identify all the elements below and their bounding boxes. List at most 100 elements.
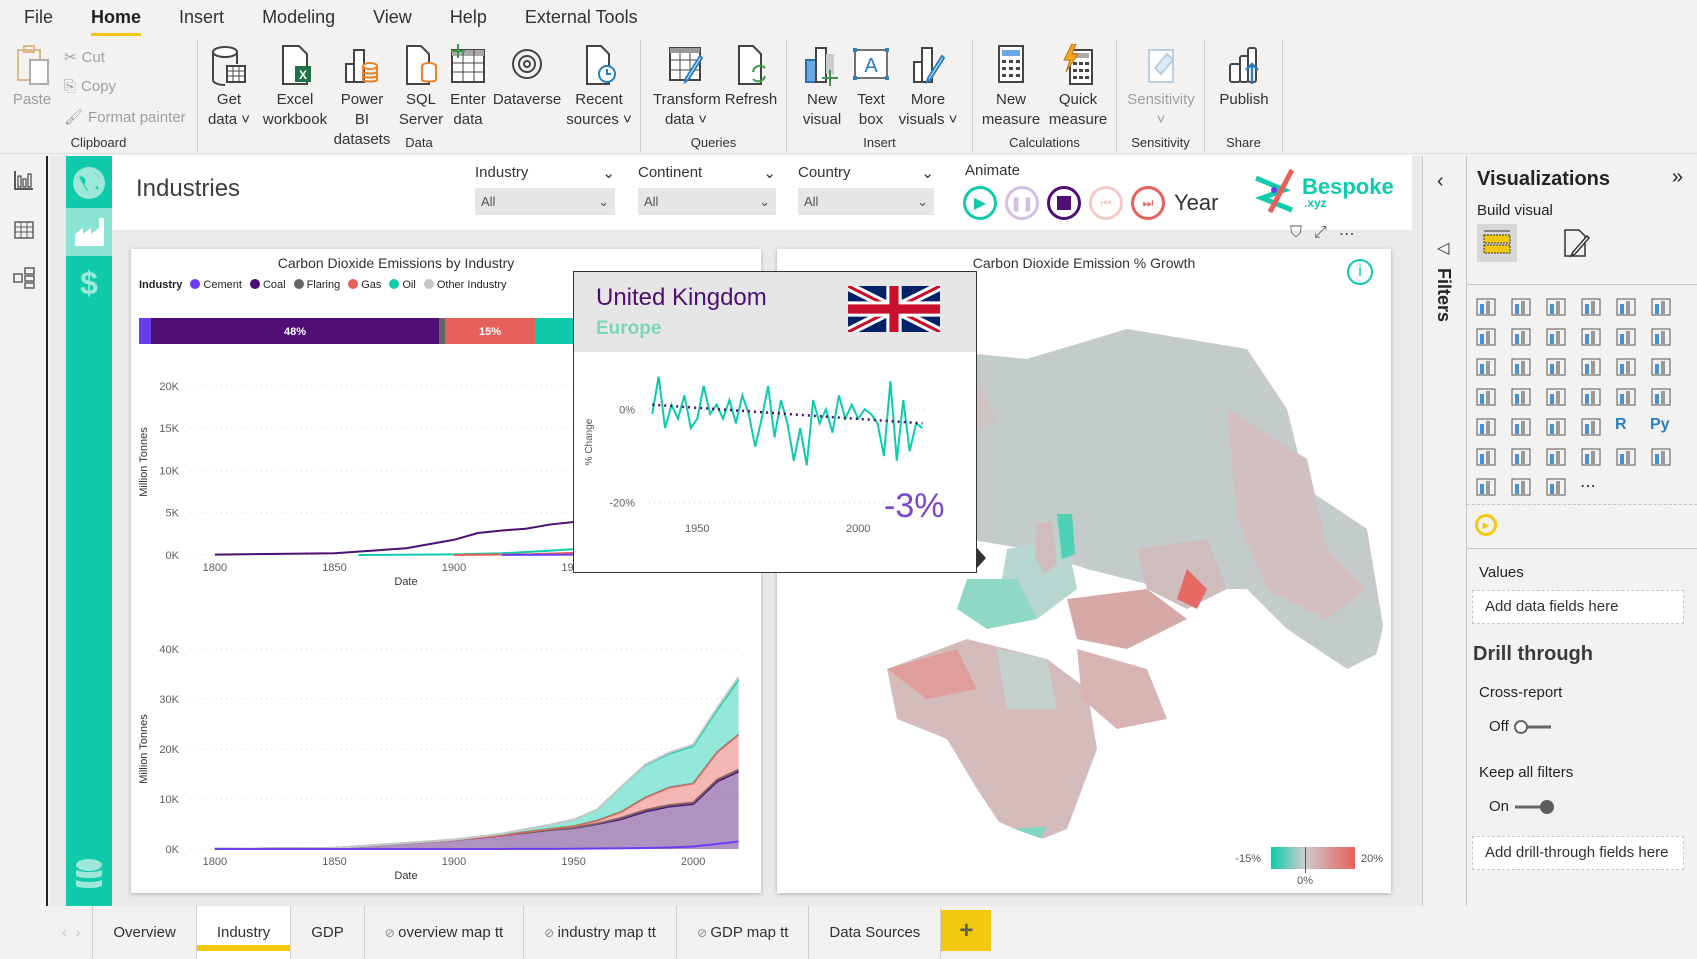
- slicer-dropdown[interactable]: All ⌄: [475, 188, 615, 215]
- viz-more-icon[interactable]: ⋯: [1580, 476, 1602, 498]
- viz-slicer-icon[interactable]: [1510, 416, 1532, 438]
- viz-decomposition-tree-icon[interactable]: [1510, 446, 1532, 468]
- map-region-south-africa[interactable]: [1005, 827, 1047, 845]
- collapse-pane-icon[interactable]: »: [1672, 166, 1683, 189]
- viz-donut-icon[interactable]: [1615, 356, 1637, 378]
- viz-shape-map-icon[interactable]: [1545, 386, 1567, 408]
- recent-sources-button[interactable]: Recent sources ˅: [564, 44, 634, 130]
- more-visuals-button[interactable]: More visuals ˅: [895, 44, 961, 130]
- model-view-icon[interactable]: [12, 266, 36, 290]
- legend-item[interactable]: Coal: [249, 279, 286, 291]
- viz-key-influencers-icon[interactable]: [1475, 446, 1497, 468]
- viz-map-icon[interactable]: [1475, 386, 1497, 408]
- viz-line-column-icon[interactable]: [1580, 326, 1602, 348]
- viz-area-icon[interactable]: [1510, 326, 1532, 348]
- slicer-continent[interactable]: Continent ⌄ All ⌄: [638, 164, 776, 215]
- refresh-button[interactable]: Refresh: [723, 44, 779, 110]
- viz-scatter-icon[interactable]: [1545, 356, 1567, 378]
- viz-power-automate-icon[interactable]: [1545, 476, 1567, 498]
- viz-100-column-icon[interactable]: [1650, 296, 1672, 318]
- legend-item[interactable]: Gas: [348, 279, 381, 291]
- menu-modeling[interactable]: Modeling: [262, 7, 335, 28]
- tab-data-sources[interactable]: Data Sources: [809, 906, 942, 959]
- menu-file[interactable]: File: [24, 7, 53, 28]
- viz-table-icon[interactable]: [1545, 416, 1567, 438]
- viz-qa-icon[interactable]: [1545, 446, 1567, 468]
- nav-data-sources[interactable]: [66, 852, 112, 898]
- filter-icon[interactable]: ⛉: [1290, 224, 1302, 244]
- more-options-icon[interactable]: ⋯: [1339, 224, 1355, 244]
- viz-line-icon[interactable]: [1475, 326, 1497, 348]
- tab-overview[interactable]: Overview: [93, 906, 197, 959]
- bar-segment-flaring[interactable]: [439, 318, 445, 344]
- viz-python-visual-icon[interactable]: Py: [1650, 416, 1672, 438]
- rewind-button[interactable]: ⏮: [1089, 186, 1123, 220]
- expand-filters-icon[interactable]: ‹: [1437, 170, 1444, 193]
- sensitivity-button[interactable]: Sensitivity ˅: [1123, 44, 1199, 130]
- sql-server-button[interactable]: SQL Server: [396, 44, 446, 130]
- nav-industry[interactable]: [66, 208, 112, 256]
- chevron-left-icon[interactable]: ‹: [62, 924, 67, 941]
- viz-r-visual-icon[interactable]: R: [1615, 416, 1637, 438]
- keep-filters-toggle[interactable]: On: [1489, 798, 1557, 815]
- viz-ribbon-icon[interactable]: [1650, 326, 1672, 348]
- new-visual-button[interactable]: New visual: [797, 44, 847, 130]
- slicer-industry[interactable]: Industry ⌄ All ⌄: [475, 164, 615, 215]
- copy-button[interactable]: ⎘ Copy: [64, 78, 116, 95]
- data-view-icon[interactable]: [12, 218, 36, 242]
- menu-view[interactable]: View: [373, 7, 412, 28]
- viz-treemap-icon[interactable]: [1650, 356, 1672, 378]
- cross-report-toggle[interactable]: Off: [1489, 718, 1553, 735]
- skip-forward-button[interactable]: ⏭: [1131, 186, 1165, 220]
- bar-segment-cement[interactable]: [139, 318, 151, 344]
- nav-overview[interactable]: [66, 160, 112, 206]
- viz-paginated-icon[interactable]: [1650, 446, 1672, 468]
- focus-mode-icon[interactable]: ⤢: [1314, 224, 1327, 244]
- slicer-dropdown[interactable]: All ⌄: [798, 188, 934, 215]
- map-region-egypt[interactable]: [997, 649, 1057, 709]
- viz-stacked-area-icon[interactable]: [1545, 326, 1567, 348]
- viz-stacked-column-icon[interactable]: [1510, 296, 1532, 318]
- cut-button[interactable]: ✂ Cut: [64, 48, 105, 67]
- get-data-button[interactable]: Get data ˅: [204, 44, 254, 130]
- new-measure-button[interactable]: New measure: [979, 44, 1043, 130]
- dataverse-button[interactable]: Dataverse: [492, 44, 562, 110]
- tab-gdp[interactable]: GDP: [291, 906, 365, 959]
- viz-100-bar-icon[interactable]: [1615, 296, 1637, 318]
- fields-tab-button[interactable]: [1477, 224, 1517, 262]
- legend-item[interactable]: Oil: [389, 279, 416, 291]
- values-well[interactable]: Add data fields here: [1472, 590, 1684, 624]
- slicer-country[interactable]: Country ⌄ All ⌄: [798, 164, 934, 215]
- viz-clustered-column-icon[interactable]: [1580, 296, 1602, 318]
- viz-waterfall-icon[interactable]: [1475, 356, 1497, 378]
- chevron-right-icon[interactable]: ›: [75, 924, 80, 941]
- viz-smart-narrative-icon[interactable]: [1580, 446, 1602, 468]
- play-button[interactable]: ▶: [963, 186, 997, 220]
- legend-item[interactable]: Cement: [190, 279, 242, 291]
- viz-gauge-icon[interactable]: [1580, 386, 1602, 408]
- add-page-button[interactable]: +: [941, 910, 992, 951]
- menu-help[interactable]: Help: [450, 7, 487, 28]
- drill-through-well[interactable]: Add drill-through fields here: [1472, 836, 1684, 870]
- viz-clustered-bar-icon[interactable]: [1545, 296, 1567, 318]
- filters-pane-collapsed[interactable]: ‹ ◁ Filters: [1422, 156, 1466, 906]
- viz-funnel-icon[interactable]: [1510, 356, 1532, 378]
- format-tab-button[interactable]: [1561, 228, 1593, 265]
- slicer-dropdown[interactable]: All ⌄: [638, 188, 776, 215]
- publish-button[interactable]: Publish: [1211, 44, 1277, 110]
- tab-overview-map-tt[interactable]: ⊘ overview map tt: [365, 906, 525, 959]
- legend-item[interactable]: Other Industry: [423, 279, 507, 291]
- text-box-button[interactable]: A Text box: [849, 44, 893, 130]
- format-painter-button[interactable]: 🖌 Format painter: [64, 108, 186, 127]
- tab-gdp-map-tt[interactable]: ⊘ GDP map tt: [677, 906, 810, 959]
- pause-button[interactable]: ❚❚: [1005, 186, 1039, 220]
- viz-filled-map-icon[interactable]: [1510, 386, 1532, 408]
- quick-measure-button[interactable]: Quick measure: [1045, 44, 1111, 130]
- menu-insert[interactable]: Insert: [179, 7, 224, 28]
- nav-gdp[interactable]: $: [66, 260, 112, 306]
- viz-card-icon[interactable]: [1615, 386, 1637, 408]
- enter-data-button[interactable]: Enter data: [446, 44, 490, 130]
- play-axis-visual-icon[interactable]: ▶: [1475, 514, 1497, 536]
- paste-button[interactable]: Paste: [10, 44, 54, 110]
- viz-pie-icon[interactable]: [1580, 356, 1602, 378]
